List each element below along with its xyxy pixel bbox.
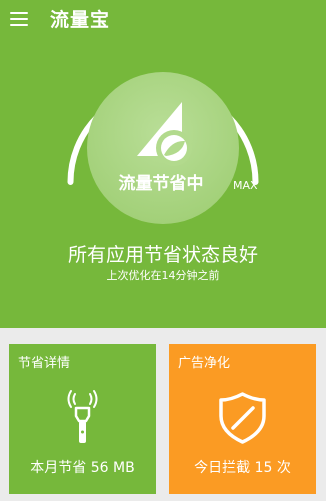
status-main-text: 所有应用节省状态良好 — [67, 244, 258, 266]
shield-icon — [219, 392, 266, 444]
savings-details-title: 节省详情 — [18, 356, 71, 371]
savings-details-value: 本月节省 56 MB — [30, 460, 135, 476]
status-sub-text: 上次优化在14分钟之前 — [106, 269, 220, 282]
ad-block-card[interactable]: 广告净化 今日拦截 15 次 — [169, 344, 316, 494]
savings-details-card[interactable]: 节省详情 本月节省 56 MB — [9, 344, 156, 494]
gauge-max-label: MAX — [233, 179, 258, 192]
hero-section: 流量宝 流量节省中 MAX 所有应用节省状态良好 上次优化在14分钟之前 — [0, 0, 326, 328]
gauge-label: 流量节省中 — [119, 173, 204, 194]
ad-block-title: 广告净化 — [178, 356, 231, 371]
ad-block-value: 今日拦截 15 次 — [194, 460, 291, 476]
flashlight-icon — [67, 390, 98, 443]
